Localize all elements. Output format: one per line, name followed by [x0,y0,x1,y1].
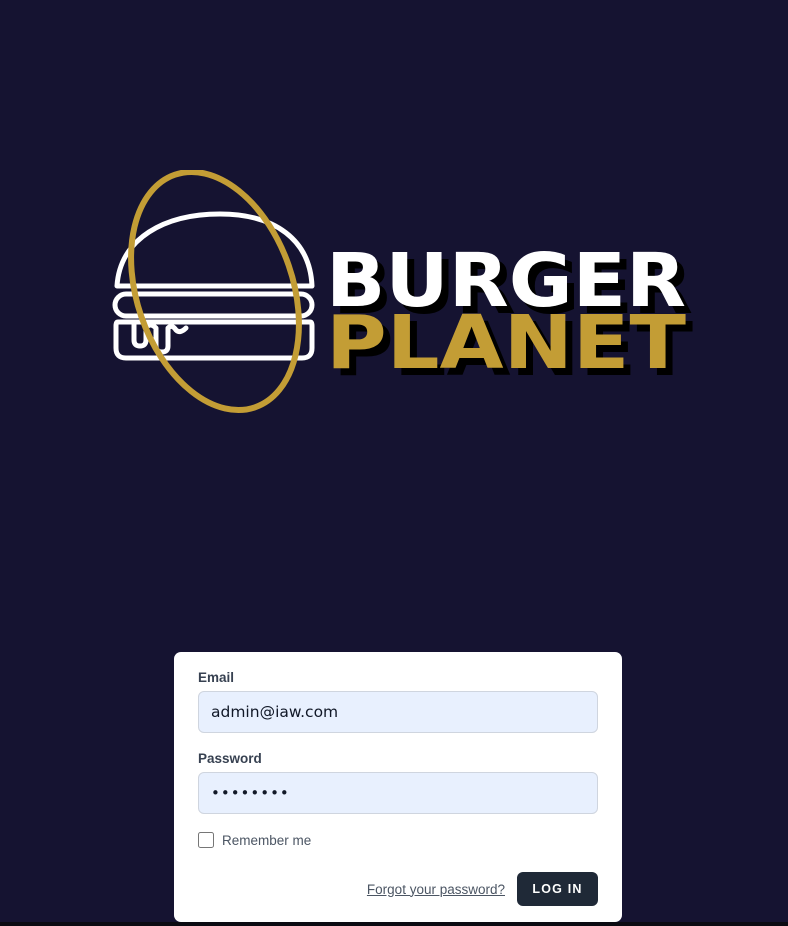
remember-row: Remember me [198,832,598,848]
form-actions: Forgot your password? LOG IN [367,872,598,906]
login-card: Email Password Remember me Forgot your p… [174,652,622,922]
password-label: Password [198,751,262,766]
logo-wordmark-planet: PLANET [326,300,687,386]
remember-checkbox[interactable] [198,832,214,848]
password-group: Password [198,751,598,814]
brand-logo: BURGER PLANET BURGER PLANET [110,170,700,415]
bottom-edge [0,922,788,926]
email-field[interactable] [198,691,598,733]
forgot-password-link[interactable]: Forgot your password? [367,882,505,897]
password-field[interactable] [198,772,598,814]
email-group: Email [198,670,598,733]
burger-icon [112,211,315,361]
remember-label: Remember me [222,832,312,848]
email-label: Email [198,670,235,685]
login-button[interactable]: LOG IN [517,872,598,906]
